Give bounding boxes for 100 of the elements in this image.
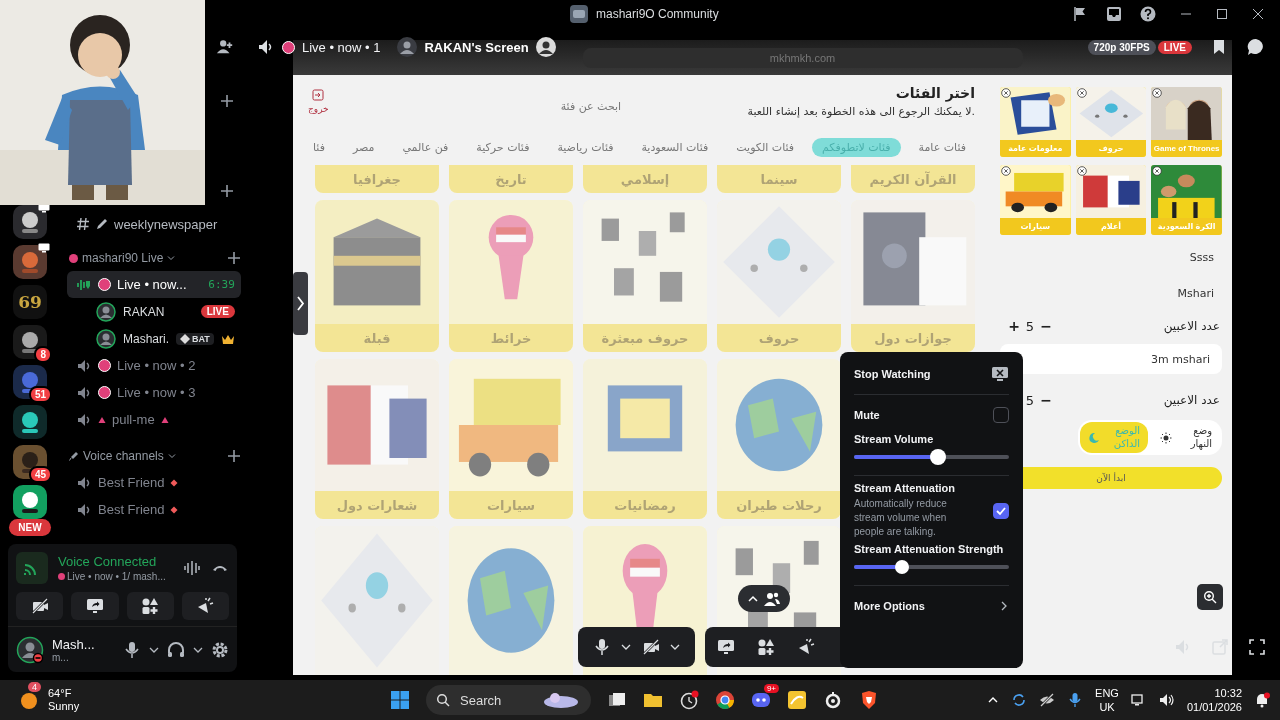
plus-icon[interactable] bbox=[220, 184, 234, 198]
channel-link[interactable]: Live • now • 1/ mash... bbox=[67, 571, 166, 582]
close-screen-icon[interactable] bbox=[991, 365, 1009, 383]
category-tab[interactable]: فئات رياضية bbox=[547, 137, 624, 157]
close-icon[interactable] bbox=[1252, 8, 1264, 20]
category-tab[interactable]: فئات عامة bbox=[908, 137, 976, 157]
keyboard-region[interactable]: UK bbox=[1099, 700, 1115, 715]
remove-icon[interactable] bbox=[1001, 166, 1011, 176]
bookmark-icon[interactable] bbox=[1211, 39, 1227, 55]
voice-channel[interactable]: Live • now • 2 bbox=[67, 352, 241, 379]
menu-item[interactable]: Stream Attenuation bbox=[854, 482, 974, 494]
help-icon[interactable] bbox=[1140, 6, 1156, 22]
server-icon[interactable] bbox=[13, 245, 47, 279]
server-icon[interactable] bbox=[13, 445, 47, 479]
input-language[interactable]: ENG bbox=[1095, 685, 1119, 700]
search-field[interactable]: ابحث عن فئة bbox=[560, 100, 622, 113]
menu-item[interactable]: Stop Watching bbox=[854, 368, 931, 380]
maximize-icon[interactable] bbox=[1216, 8, 1228, 20]
camera-off-icon[interactable] bbox=[641, 638, 660, 656]
plus-icon[interactable] bbox=[226, 449, 241, 463]
category-name[interactable]: mashari90 Live bbox=[82, 251, 164, 265]
add-friend-icon[interactable] bbox=[216, 38, 234, 56]
browser-icon[interactable] bbox=[715, 690, 735, 710]
user-avatar[interactable] bbox=[16, 635, 44, 664]
category-tab[interactable]: فئات حركية bbox=[466, 137, 540, 157]
remove-icon[interactable] bbox=[1152, 88, 1163, 98]
server-icon[interactable] bbox=[13, 365, 47, 399]
mode-label[interactable]: وضع النهار bbox=[1178, 425, 1212, 450]
soundboard-icon[interactable] bbox=[797, 638, 815, 656]
collapse-handle[interactable] bbox=[293, 272, 308, 335]
voice-channel[interactable]: Live • now... 6:39 bbox=[67, 271, 241, 298]
clock-app-icon[interactable] bbox=[679, 690, 699, 710]
shapes-icon[interactable] bbox=[757, 638, 775, 656]
soundboard-button[interactable] bbox=[181, 592, 229, 620]
category-name[interactable]: Voice channels bbox=[83, 449, 164, 463]
increase-button[interactable]: + bbox=[1006, 318, 1022, 334]
camera-off-button[interactable] bbox=[16, 592, 64, 620]
plus-icon[interactable] bbox=[226, 251, 241, 265]
theme-toggle[interactable]: وضع النهار الوضع الداكن bbox=[1078, 420, 1222, 455]
voice-channel[interactable]: Best Friend bbox=[67, 469, 241, 496]
menu-item[interactable]: Mute bbox=[854, 409, 880, 421]
app-icon[interactable] bbox=[787, 690, 807, 710]
mute-checkbox[interactable] bbox=[993, 407, 1009, 423]
volume-slider[interactable] bbox=[854, 447, 1009, 467]
remove-icon[interactable] bbox=[1076, 166, 1087, 176]
card-label: حروف bbox=[717, 324, 841, 352]
category-tab[interactable]: مصر bbox=[342, 137, 385, 157]
menu-item[interactable]: More Options bbox=[854, 600, 925, 612]
eye-off-icon[interactable] bbox=[1039, 692, 1056, 708]
server-icon[interactable] bbox=[13, 325, 47, 359]
clock-time[interactable]: 10:32 bbox=[1214, 685, 1242, 700]
server-icon[interactable]: 69 bbox=[13, 285, 47, 319]
decrease-button[interactable]: − bbox=[1038, 392, 1054, 408]
chevron-icon[interactable] bbox=[621, 642, 632, 652]
team-name-field[interactable]: 3m mshari bbox=[1000, 344, 1222, 374]
fullscreen-icon[interactable] bbox=[1248, 638, 1266, 656]
voice-channel[interactable]: Live • now • 3 bbox=[67, 379, 241, 406]
avatar[interactable] bbox=[96, 328, 116, 349]
category-tab[interactable]: فئات السعودية bbox=[631, 137, 719, 157]
flag-icon[interactable] bbox=[1072, 6, 1088, 22]
category-tab[interactable]: فئا bbox=[303, 137, 335, 157]
inbox-icon[interactable] bbox=[1106, 6, 1122, 22]
exit-label[interactable]: خروج bbox=[308, 104, 329, 114]
chevron-icon[interactable] bbox=[669, 642, 680, 652]
category-tab[interactable]: فن عالمي bbox=[392, 137, 459, 157]
avatar[interactable] bbox=[96, 301, 116, 322]
server-icon[interactable] bbox=[13, 205, 47, 239]
sync-icon[interactable] bbox=[1011, 692, 1028, 708]
settings-icon[interactable] bbox=[211, 640, 229, 659]
decrease-button[interactable]: − bbox=[1038, 318, 1054, 334]
server-icon[interactable] bbox=[13, 485, 47, 519]
chat-app-icon[interactable] bbox=[751, 690, 771, 710]
speaker-icon[interactable] bbox=[1158, 692, 1175, 708]
bell-icon[interactable] bbox=[1254, 692, 1270, 708]
microphone-icon[interactable] bbox=[593, 638, 612, 656]
microphone-icon[interactable] bbox=[123, 640, 141, 659]
headphones-icon[interactable] bbox=[167, 640, 185, 659]
screen-share-icon[interactable] bbox=[717, 638, 735, 656]
member-name[interactable]: Mashari. bbox=[123, 331, 169, 346]
voice-channel[interactable]: pull-me bbox=[67, 406, 241, 433]
taskbar-search-field[interactable]: Search bbox=[426, 685, 591, 715]
attenuation-checkbox[interactable] bbox=[993, 502, 1009, 519]
zoom-button[interactable] bbox=[1197, 584, 1223, 610]
category-tab[interactable]: فئات الكويت bbox=[726, 137, 805, 157]
voice-channel[interactable]: Best Friend bbox=[67, 496, 241, 523]
share-screen-button[interactable] bbox=[71, 592, 119, 620]
chat-icon[interactable] bbox=[1246, 37, 1266, 57]
remove-icon[interactable] bbox=[1076, 88, 1087, 98]
exit-icon[interactable] bbox=[312, 89, 325, 101]
server-icon[interactable] bbox=[13, 405, 47, 439]
clock-date[interactable]: 01/01/2026 bbox=[1186, 700, 1242, 715]
sound-wave-icon[interactable] bbox=[183, 559, 201, 577]
remove-icon[interactable] bbox=[1152, 166, 1163, 176]
start-icon[interactable] bbox=[390, 690, 410, 710]
participants-button[interactable] bbox=[738, 585, 790, 612]
remove-icon[interactable] bbox=[1001, 88, 1011, 98]
channel-name[interactable]: weeklynewspaper bbox=[114, 216, 218, 232]
plus-icon[interactable] bbox=[220, 94, 234, 108]
member-name[interactable]: RAKAN bbox=[123, 304, 165, 319]
activities-button[interactable] bbox=[126, 592, 174, 620]
